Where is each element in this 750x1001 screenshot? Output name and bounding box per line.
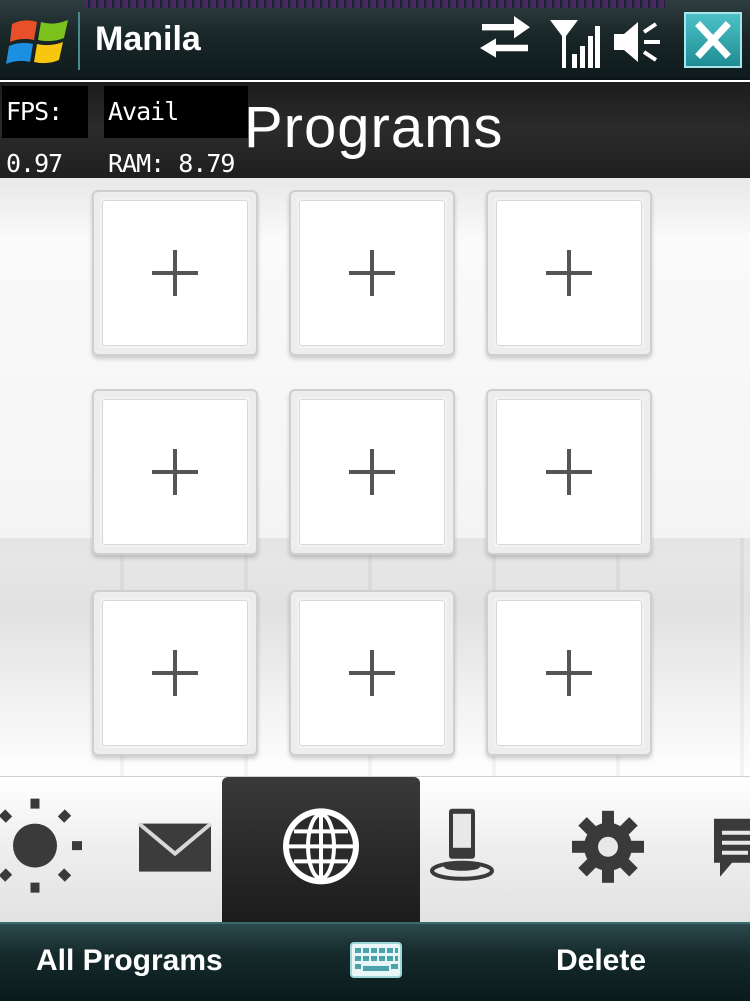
close-button[interactable] [684,12,742,68]
windows-start-icon[interactable] [4,10,76,72]
mail-envelope-icon [137,822,213,872]
settings-gear-icon [571,810,644,883]
plus-icon [152,250,198,296]
tab-internet[interactable] [222,777,420,923]
tab-phone[interactable] [412,777,512,923]
all-programs-softkey[interactable]: All Programs [36,944,223,978]
signal-strength-icon[interactable] [548,14,600,70]
add-program-slot-7[interactable] [92,590,258,756]
title-bar: Manila [0,0,750,80]
plus-icon [546,250,592,296]
plus-icon [349,250,395,296]
add-program-slot-5[interactable] [289,389,455,555]
app-title: Manila [95,20,201,58]
plus-icon [152,449,198,495]
avail-ram-counter: Avail RAM: 8.79 [104,86,248,178]
glitch-strip [85,0,665,8]
plus-icon [546,650,592,696]
add-program-slot-8[interactable] [289,590,455,756]
plus-icon [349,449,395,495]
tab-messages[interactable] [700,777,750,923]
keyboard-icon[interactable] [350,942,402,983]
plus-icon [349,650,395,696]
phone-dock-icon [430,808,494,881]
add-program-slot-4[interactable] [92,389,258,555]
tab-strip [0,776,750,923]
programs-grid [0,178,750,778]
speaker-volume-icon[interactable] [612,14,662,70]
fps-counter: FPS: 0.97 [2,86,88,178]
plus-icon [152,650,198,696]
plus-icon [546,449,592,495]
data-sync-arrows-icon[interactable] [478,14,532,70]
add-program-slot-6[interactable] [486,389,652,555]
close-x-icon [695,21,731,59]
add-program-slot-1[interactable] [92,190,258,356]
add-program-slot-3[interactable] [486,190,652,356]
internet-globe-icon [283,808,359,885]
message-bubble-icon [714,818,750,877]
tab-weather[interactable] [0,777,110,923]
add-program-slot-9[interactable] [486,590,652,756]
weather-sun-icon [0,798,82,893]
tab-mail[interactable] [120,777,230,923]
title-divider [78,12,80,70]
tab-settings[interactable] [555,777,660,923]
add-program-slot-2[interactable] [289,190,455,356]
softkey-bar: All Programs Delete [0,922,750,1001]
page-title: Programs [244,95,504,160]
delete-softkey[interactable]: Delete [556,944,646,978]
